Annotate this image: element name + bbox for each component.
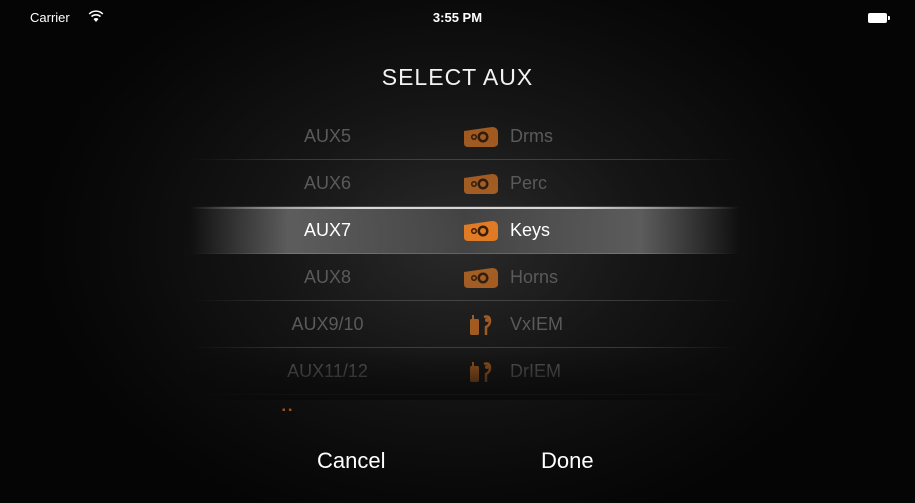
- picker-row[interactable]: AUX6 Perc: [190, 160, 740, 207]
- picker-row[interactable]: AUX9/10 VxIEM: [190, 301, 740, 348]
- aux-label: AUX7: [303, 220, 352, 240]
- partial-icon: ▪ ▪: [282, 405, 292, 416]
- aux-picker[interactable]: AUX5 Drms AUX6 Perc AUX7 Keys AUX8 Horns AUX9/10…: [190, 113, 740, 400]
- aux-name: Keys: [510, 220, 551, 240]
- row-divider: [190, 394, 740, 395]
- aux-name: DrIEM: [510, 361, 561, 381]
- aux-name: Perc: [510, 173, 548, 193]
- aux-label: AUX9/10: [291, 314, 364, 334]
- aux-label: AUX8: [303, 267, 352, 287]
- battery-icon: [868, 13, 890, 23]
- aux-name: VxIEM: [510, 314, 564, 334]
- picker-row[interactable]: AUX7 Keys: [190, 207, 740, 254]
- done-button[interactable]: Done: [541, 448, 594, 474]
- speaker-wedge-icon: [462, 172, 502, 196]
- speaker-wedge-icon: [462, 266, 502, 290]
- in-ear-monitor-icon: [462, 313, 502, 337]
- picker-row[interactable]: AUX8 Horns: [190, 254, 740, 301]
- aux-name: Horns: [510, 267, 559, 287]
- in-ear-monitor-icon: [462, 360, 502, 384]
- speaker-wedge-icon: [462, 125, 502, 149]
- speaker-wedge-icon: [462, 219, 502, 243]
- picker-row[interactable]: AUX11/12 DrIEM: [190, 348, 740, 395]
- aux-label: AUX6: [303, 173, 352, 193]
- clock: 3:55 PM: [432, 10, 483, 25]
- picker-row[interactable]: AUX5 Drms: [190, 113, 740, 160]
- cancel-button[interactable]: Cancel: [317, 448, 385, 474]
- screen: Carrier 3:55 PM SELECT AUX AUX5 Drms AUX6 P…: [0, 0, 915, 503]
- status-bar: Carrier 3:55 PM: [0, 0, 915, 36]
- page-title: SELECT AUX: [381, 64, 534, 90]
- aux-label: AUX5: [303, 126, 352, 146]
- aux-label: AUX11/12: [287, 361, 368, 381]
- aux-name: Drms: [510, 126, 553, 146]
